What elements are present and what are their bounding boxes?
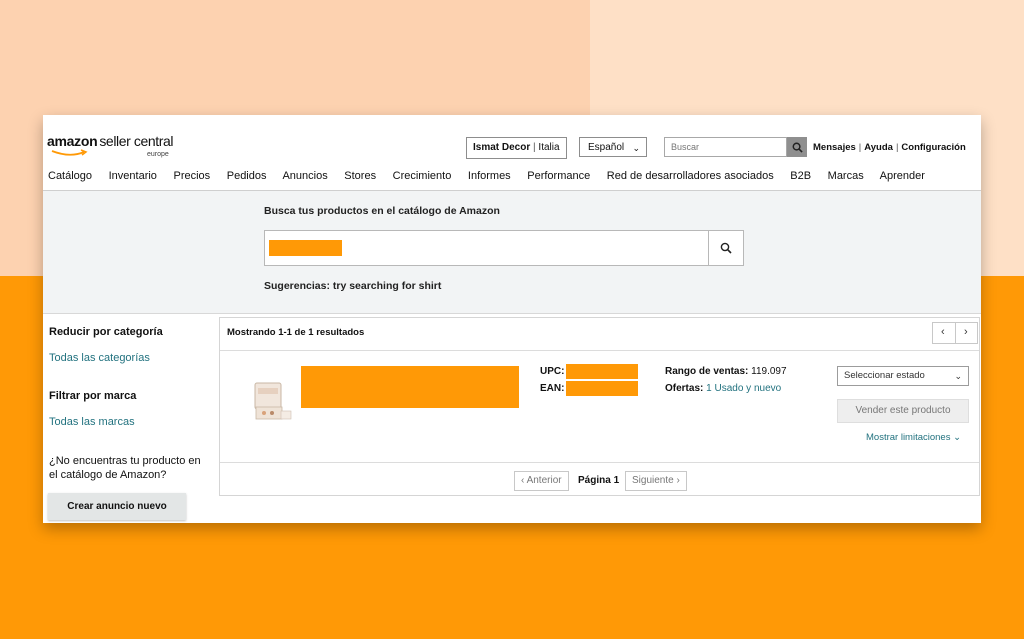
chevron-right-icon[interactable]: ›: [964, 326, 968, 338]
nav-item-b2b[interactable]: B2B: [790, 170, 811, 182]
logo-region: europe: [147, 151, 169, 158]
product-thumbnail[interactable]: [250, 377, 294, 427]
link-settings[interactable]: Configuración: [901, 142, 965, 153]
sales-rank: Rango de ventas: 119.097: [665, 366, 787, 377]
catalog-search-button[interactable]: [708, 230, 744, 266]
offers-label: Ofertas:: [665, 383, 704, 394]
next-page-button[interactable]: Siguiente ›: [625, 471, 687, 491]
current-page: Página 1: [578, 475, 620, 486]
chevron-left-icon[interactable]: ‹: [941, 326, 945, 338]
results-pager: ‹ ›: [932, 322, 978, 344]
brand-filter-heading: Filtrar por marca: [49, 390, 137, 402]
header-search-placeholder: Buscar: [671, 142, 700, 152]
link-messages[interactable]: Mensajes: [813, 142, 856, 153]
ean-label: EAN:: [540, 383, 564, 394]
chevron-down-icon: ⌄: [632, 143, 640, 153]
separator: |: [858, 142, 862, 153]
next-page-label: Siguiente: [632, 475, 674, 486]
link-help[interactable]: Ayuda: [864, 142, 893, 153]
header-search-button[interactable]: [787, 137, 807, 157]
nav-item-growth[interactable]: Crecimiento: [393, 170, 452, 182]
all-categories-link[interactable]: Todas las categorías: [49, 352, 150, 364]
results-summary: Mostrando 1-1 de 1 resultados: [227, 327, 365, 338]
sell-product-button[interactable]: Vender este producto: [837, 399, 969, 423]
search-icon: [720, 242, 732, 254]
store-switcher[interactable]: Ismat Decor | Italia: [466, 137, 567, 159]
store-name: Ismat Decor: [473, 142, 531, 153]
catalog-search-panel: Busca tus productos en el catálogo de Am…: [43, 191, 981, 313]
condition-select[interactable]: Seleccionar estado ⌄: [837, 366, 969, 386]
search-divider: [43, 313, 981, 314]
previous-page-button[interactable]: ‹ Anterior: [514, 471, 569, 491]
catalog-search-input[interactable]: [264, 230, 709, 266]
chevron-left-icon: ‹: [521, 475, 525, 486]
store-country: Italia: [538, 142, 560, 153]
nav-item-catalog[interactable]: Catálogo: [48, 170, 92, 182]
header-links: Mensajes | Ayuda | Configuración: [813, 142, 966, 153]
sales-rank-value: 119.097: [751, 366, 787, 377]
sales-rank-label: Rango de ventas:: [665, 366, 749, 377]
upc-label-text: UPC:: [540, 366, 565, 377]
language-value: Español: [588, 142, 625, 153]
chevron-down-icon: ⌄: [953, 432, 962, 443]
all-brands-link[interactable]: Todas las marcas: [49, 416, 135, 428]
nav-item-brands[interactable]: Marcas: [828, 170, 864, 182]
pager-divider: [955, 323, 956, 343]
nav-item-orders[interactable]: Pedidos: [227, 170, 267, 182]
amazon-seller-central-logo[interactable]: amazon seller central europe: [47, 133, 177, 169]
redacted-ean: [566, 381, 638, 396]
nav-item-pricing[interactable]: Precios: [173, 170, 210, 182]
main-nav: Catálogo Inventario Precios Pedidos Anun…: [48, 170, 938, 182]
offers-link[interactable]: 1 Usado y nuevo: [706, 383, 781, 394]
show-limitations-label: Mostrar limitaciones: [866, 432, 951, 443]
nav-item-partner-network[interactable]: Red de desarrolladores asociados: [607, 170, 774, 182]
separator: |: [895, 142, 899, 153]
redacted-query: [269, 240, 342, 256]
nav-item-ads[interactable]: Anuncios: [282, 170, 327, 182]
redacted-product-title: [301, 366, 519, 408]
nav-item-inventory[interactable]: Inventario: [109, 170, 157, 182]
header-search-input[interactable]: Buscar: [664, 137, 787, 157]
not-found-text: ¿No encuentras tu producto en el catálog…: [49, 455, 201, 481]
chevron-down-icon: ⌄: [954, 371, 962, 381]
search-suggestion: Sugerencias: try searching for shirt: [264, 280, 442, 292]
nav-item-reports[interactable]: Informes: [468, 170, 511, 182]
search-icon: [792, 142, 803, 153]
upc-label: UPC:: [540, 366, 564, 377]
logo-brand: amazon: [47, 133, 98, 149]
create-listing-button[interactable]: Crear anuncio nuevo: [48, 493, 186, 520]
language-select[interactable]: Español ⌄: [579, 137, 647, 157]
seller-central-window: amazon seller central europe Ismat Decor …: [43, 115, 981, 523]
results-footer-divider: [220, 462, 979, 463]
ean-label-text: EAN:: [540, 383, 565, 394]
show-limitations-link[interactable]: Mostrar limitaciones ⌄: [866, 432, 961, 443]
catalog-search-heading: Busca tus productos en el catálogo de Am…: [264, 205, 500, 217]
nav-item-stores[interactable]: Stores: [344, 170, 376, 182]
amazon-smile-icon: [51, 149, 88, 156]
previous-page-label: Anterior: [526, 475, 562, 486]
redacted-upc: [566, 364, 638, 379]
store-separator: |: [533, 142, 536, 153]
offers: Ofertas: 1 Usado y nuevo: [665, 383, 781, 394]
nav-item-performance[interactable]: Performance: [527, 170, 590, 182]
category-filter-heading: Reducir por categoría: [49, 326, 163, 338]
chevron-right-icon: ›: [676, 475, 680, 486]
results-panel: Mostrando 1-1 de 1 resultados ‹ › UPC: E…: [219, 317, 980, 496]
results-divider: [220, 350, 979, 351]
nav-item-learn[interactable]: Aprender: [880, 170, 925, 182]
logo-product: seller central: [99, 133, 174, 149]
condition-select-value: Seleccionar estado: [844, 370, 925, 381]
